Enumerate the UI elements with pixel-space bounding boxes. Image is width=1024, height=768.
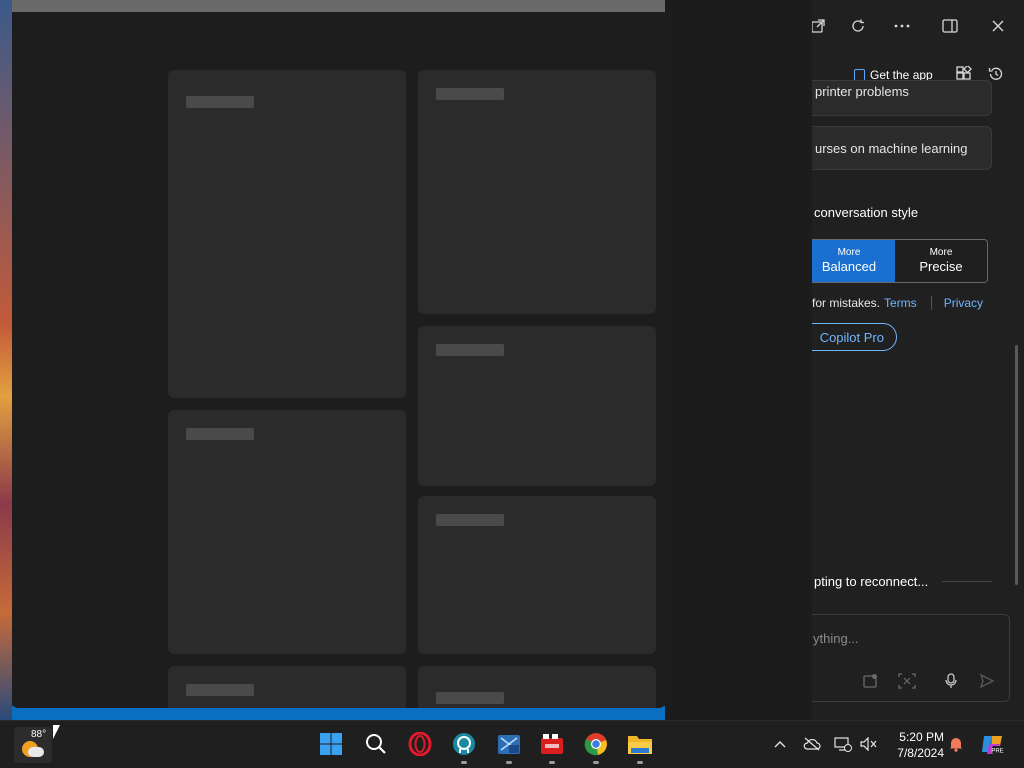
suggestion-text: printer problems	[815, 84, 909, 99]
running-indicator	[637, 761, 643, 764]
copilot-panel: Get the app printer problems urses on ma…	[812, 0, 1024, 720]
placeholder-line	[186, 684, 254, 696]
style-balanced-button[interactable]: More Balanced	[812, 240, 895, 282]
placeholder-line	[186, 96, 254, 108]
disclaimer-notice: for mistakes. Terms Privacy	[812, 296, 983, 310]
dock-sidebar-icon[interactable]	[938, 14, 962, 38]
close-icon[interactable]	[986, 14, 1010, 38]
running-indicator	[461, 761, 467, 764]
style-modifier: More	[837, 247, 861, 258]
placeholder-line	[436, 514, 504, 526]
chat-input-placeholder: ything...	[813, 631, 859, 646]
scrollbar[interactable]	[1015, 345, 1018, 585]
search-icon[interactable]	[363, 731, 389, 757]
opera-browser-icon[interactable]	[407, 731, 433, 757]
status-divider	[942, 581, 992, 582]
cloud-icon	[28, 747, 44, 757]
privacy-link[interactable]: Privacy	[944, 296, 983, 310]
media-app-icon[interactable]	[539, 731, 565, 757]
desktop-top-strip	[12, 0, 665, 12]
weather-temperature: 88°	[31, 729, 47, 740]
volume-muted-icon[interactable]	[860, 735, 878, 753]
placeholder-card	[168, 410, 406, 654]
microphone-icon[interactable]	[941, 671, 961, 691]
placeholder-card	[168, 70, 406, 398]
window-gap	[665, 0, 812, 720]
mouse-cursor-icon	[53, 725, 60, 739]
image-upload-icon[interactable]	[861, 671, 881, 691]
reconnect-status: pting to reconnect...	[814, 574, 929, 589]
placeholder-line	[186, 428, 254, 440]
network-icon[interactable]	[834, 735, 852, 753]
placeholder-line	[436, 344, 504, 356]
placeholder-line	[436, 692, 504, 704]
running-indicator	[549, 761, 555, 764]
placeholder-card	[418, 70, 656, 314]
open-in-new-window-icon[interactable]	[812, 14, 830, 38]
start-button[interactable]	[318, 731, 344, 757]
desktop-wallpaper-strip	[0, 0, 12, 720]
svg-text:PRE: PRE	[991, 749, 1003, 755]
screenshot-icon[interactable]	[897, 671, 917, 691]
disclaimer-text: for mistakes.	[812, 296, 881, 310]
suggestion-chip[interactable]: printer problems	[812, 80, 992, 116]
weather-widget[interactable]: 88°	[14, 727, 52, 763]
terms-link[interactable]: Terms	[884, 296, 917, 310]
placeholder-card	[418, 666, 656, 708]
copilot-pro-label: Copilot Pro	[819, 329, 884, 345]
copilot-pre-icon[interactable]: PRE	[980, 732, 1004, 756]
suggestion-text: urses on machine learning	[815, 140, 968, 156]
style-name: Precise	[919, 259, 963, 274]
style-modifier: More	[929, 247, 953, 258]
onedrive-offline-icon[interactable]	[803, 735, 821, 753]
style-precise-button[interactable]: More Precise	[895, 240, 987, 282]
link-divider	[930, 296, 932, 310]
suggestion-chip[interactable]: urses on machine learning	[812, 126, 992, 170]
copilot-pro-button[interactable]: Copilot Pro	[812, 323, 897, 351]
show-hidden-icons-chevron-icon[interactable]	[771, 735, 789, 753]
placeholder-card	[168, 666, 406, 708]
clock-date: 7/8/2024	[897, 746, 944, 760]
app-icon[interactable]	[451, 731, 477, 757]
running-indicator	[593, 761, 599, 764]
file-explorer-icon[interactable]	[627, 731, 653, 757]
refresh-icon[interactable]	[846, 14, 870, 38]
placeholder-line	[436, 88, 504, 100]
chrome-browser-icon[interactable]	[583, 731, 609, 757]
desktop-bottom-strip	[12, 706, 665, 720]
send-icon[interactable]	[977, 671, 997, 691]
chat-input-box[interactable]: ything...	[812, 614, 1010, 702]
xp-app-icon[interactable]	[496, 731, 522, 757]
conversation-style-selector: More Balanced More Precise	[812, 239, 988, 283]
system-clock[interactable]: 5:20 PM 7/8/2024	[884, 729, 944, 761]
loading-window	[12, 12, 665, 708]
placeholder-card	[418, 496, 656, 654]
conversation-style-heading: conversation style	[814, 205, 919, 220]
taskbar: 88° 5:20 PM 7/8/2024 PRE	[0, 720, 1024, 768]
style-name: Balanced	[821, 259, 877, 274]
placeholder-card	[418, 326, 656, 486]
running-indicator	[506, 761, 512, 764]
clock-time: 5:20 PM	[899, 730, 944, 744]
notification-bell-icon[interactable]	[947, 735, 965, 753]
more-options-icon[interactable]	[890, 14, 914, 38]
